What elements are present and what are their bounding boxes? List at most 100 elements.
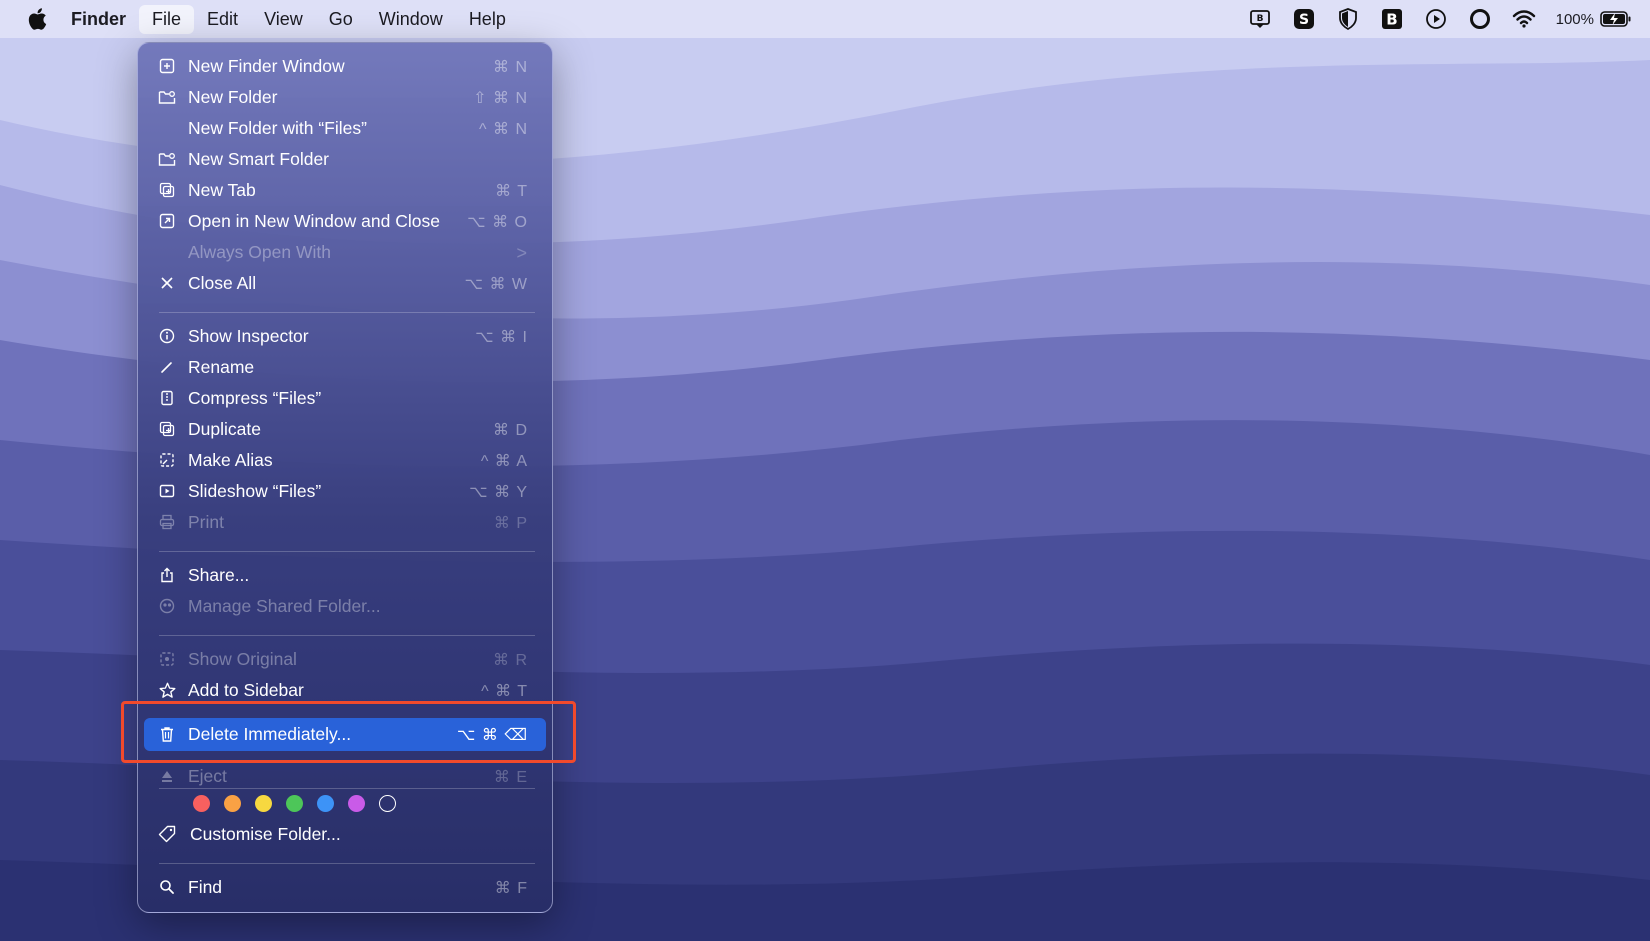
menu-item-shortcut: ^ ⌘ N — [479, 121, 528, 138]
menu-item-shortcut: ⌥ ⌘ W — [464, 276, 528, 293]
menu-item-find[interactable]: Find ⌘ F — [144, 872, 546, 903]
menu-view[interactable]: View — [251, 5, 316, 34]
pencil-icon — [158, 358, 176, 376]
record-circle-icon[interactable] — [1468, 7, 1492, 31]
menu-item-label: Customise Folder... — [190, 824, 341, 844]
menu-item-shortcut: ^ ⌘ A — [480, 453, 528, 470]
menu-item-compress[interactable]: Compress “Files” — [144, 383, 546, 414]
menu-item-shortcut: ⌘ N — [493, 59, 528, 76]
menu-finder[interactable]: Finder — [58, 5, 139, 34]
menu-item-label: Make Alias — [188, 450, 273, 470]
search-icon — [158, 878, 176, 896]
menu-item-new-folder[interactable]: New Folder ⇧ ⌘ N — [144, 82, 546, 113]
battery-percent: 100% — [1555, 10, 1594, 28]
tag-purple[interactable] — [348, 795, 365, 812]
menu-item-label: Print — [188, 512, 224, 532]
status-area: B S B 100% — [1248, 0, 1632, 38]
info-icon — [158, 327, 176, 345]
menu-go[interactable]: Go — [316, 5, 366, 34]
open-new-window-icon — [158, 212, 176, 230]
menu-item-new-smart-folder[interactable]: New Smart Folder — [144, 144, 546, 175]
menu-item-make-alias[interactable]: Make Alias ^ ⌘ A — [144, 445, 546, 476]
star-icon — [158, 681, 176, 699]
menu-item-print[interactable]: Print ⌘ P — [144, 507, 546, 538]
tag-blue[interactable] — [317, 795, 334, 812]
menu-item-slideshow[interactable]: Slideshow “Files” ⌥ ⌘ Y — [144, 476, 546, 507]
menu-separator — [159, 312, 535, 313]
menu-item-open-in-new-window-and-close[interactable]: Open in New Window and Close ⌥ ⌘ O — [144, 206, 546, 237]
show-original-icon — [158, 650, 176, 668]
tag-yellow[interactable] — [255, 795, 272, 812]
menu-item-label: New Smart Folder — [188, 149, 330, 169]
menu-edit[interactable]: Edit — [194, 5, 251, 34]
new-window-icon — [158, 57, 176, 75]
trash-icon — [158, 725, 176, 743]
b-app-icon[interactable]: B — [1380, 7, 1404, 31]
keyboard-status-icon[interactable]: B — [1248, 7, 1272, 31]
menu-item-rename[interactable]: Rename — [144, 352, 546, 383]
menu-item-add-to-sidebar[interactable]: Add to Sidebar ^ ⌘ T — [144, 675, 546, 706]
archive-icon — [158, 389, 176, 407]
menu-item-label: Duplicate — [188, 419, 261, 439]
play-circle-icon[interactable] — [1424, 7, 1448, 31]
s-app-icon[interactable]: S — [1292, 7, 1316, 31]
menu-help[interactable]: Help — [456, 5, 519, 34]
menu-item-label: Open in New Window and Close — [188, 211, 440, 231]
chevron-right-icon: > — [516, 243, 528, 263]
menu-item-label: Compress “Files” — [188, 388, 322, 408]
menu-item-label: New Tab — [188, 180, 256, 200]
battery-charging-icon[interactable] — [1600, 7, 1632, 31]
menu-item-shortcut: ⌘ T — [495, 183, 528, 200]
menu-item-shortcut: ⌥ ⌘ I — [475, 329, 528, 346]
menu-item-shortcut: ⌘ R — [493, 652, 528, 669]
menu-item-shortcut: ⌘ F — [494, 880, 528, 897]
menu-item-delete-immediately[interactable]: Delete Immediately... ⌥ ⌘ ⌫ — [144, 718, 546, 751]
menu-item-duplicate[interactable]: Duplicate ⌘ D — [144, 414, 546, 445]
menu-item-label: Manage Shared Folder... — [188, 596, 381, 616]
menu-separator — [159, 863, 535, 864]
menu-file[interactable]: File — [139, 4, 195, 34]
menu-item-shortcut: ⌥ ⌘ ⌫ — [457, 727, 528, 744]
new-tab-icon — [158, 181, 176, 199]
menu-item-shortcut: ⇧ ⌘ N — [473, 90, 528, 107]
menu-item-shortcut: ⌥ ⌘ O — [467, 214, 528, 231]
menu-item-label: Show Inspector — [188, 326, 309, 346]
menu-item-label: New Finder Window — [188, 56, 345, 76]
menu-item-show-original[interactable]: Show Original ⌘ R — [144, 644, 546, 675]
svg-text:B: B — [1386, 11, 1397, 29]
tag-none[interactable] — [379, 795, 396, 812]
menu-item-label: Delete Immediately... — [188, 724, 352, 744]
tag-orange[interactable] — [224, 795, 241, 812]
menu-item-shortcut: ⌥ ⌘ Y — [469, 484, 528, 501]
menu-item-shortcut: ⌘ D — [493, 422, 528, 439]
shared-folder-icon — [158, 597, 176, 615]
menu-item-always-open-with[interactable]: Always Open With > — [144, 237, 546, 268]
menu-item-new-tab[interactable]: New Tab ⌘ T — [144, 175, 546, 206]
menu-item-new-folder-with-files[interactable]: New Folder with “Files” ^ ⌘ N — [144, 113, 546, 144]
share-icon — [158, 566, 176, 584]
tag-red[interactable] — [193, 795, 210, 812]
menu-window[interactable]: Window — [366, 5, 456, 34]
menu-item-shortcut: ⌘ P — [493, 515, 528, 532]
menu-separator — [159, 788, 535, 789]
menu-separator — [159, 551, 535, 552]
menu-item-manage-shared-folder[interactable]: Manage Shared Folder... — [144, 591, 546, 622]
wifi-icon[interactable] — [1512, 7, 1536, 31]
apple-logo-icon[interactable] — [26, 7, 48, 31]
duplicate-icon — [158, 420, 176, 438]
shield-icon[interactable] — [1336, 7, 1360, 31]
menu-item-shortcut: ^ ⌘ T — [481, 683, 528, 700]
menu-item-new-finder-window[interactable]: New Finder Window ⌘ N — [144, 51, 546, 82]
svg-text:S: S — [1299, 12, 1309, 28]
menu-item-show-inspector[interactable]: Show Inspector ⌥ ⌘ I — [144, 321, 546, 352]
tag-green[interactable] — [286, 795, 303, 812]
menu-item-label: Share... — [188, 565, 250, 585]
svg-text:B: B — [1256, 14, 1263, 24]
tag-icon — [158, 825, 176, 843]
menu-item-share[interactable]: Share... — [144, 560, 546, 591]
tag-color-row — [193, 795, 396, 812]
menu-item-label: Rename — [188, 357, 255, 377]
menu-item-customise-folder[interactable]: Customise Folder... — [144, 819, 546, 850]
menu-item-label: Always Open With — [188, 242, 331, 262]
menu-item-close-all[interactable]: Close All ⌥ ⌘ W — [144, 268, 546, 299]
